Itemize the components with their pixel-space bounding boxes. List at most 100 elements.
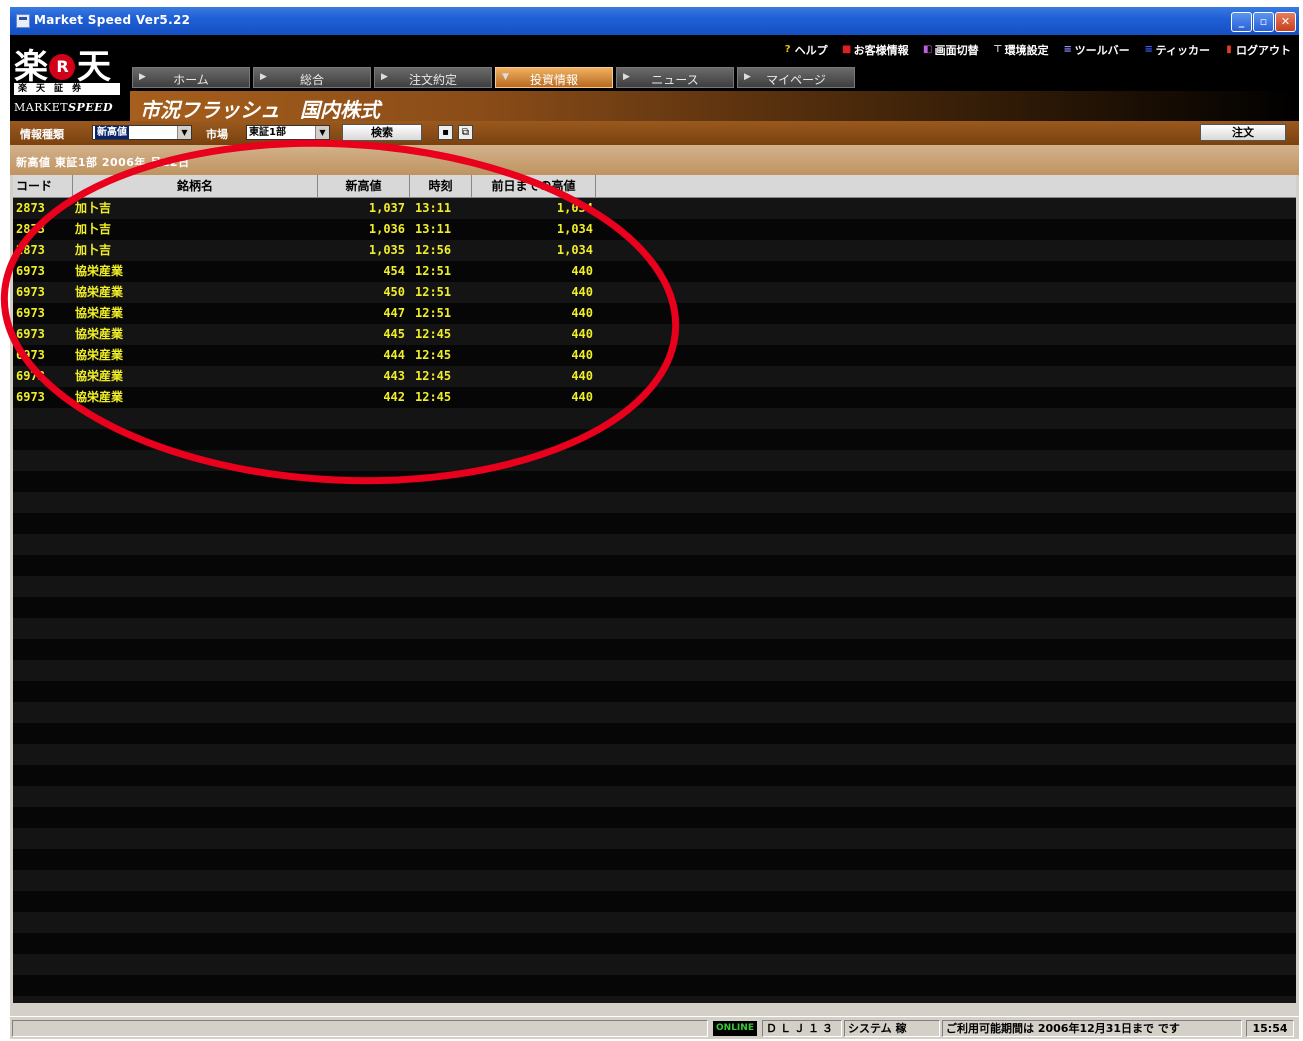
- empty-row: [13, 849, 1296, 870]
- cell-name: 加卜吉: [75, 243, 112, 257]
- table-body: 2873 加卜吉 1,037 13:11 1,034 2873 加卜吉 1,036 13:11 1…: [13, 198, 1296, 1003]
- new-highs-table: コード 銘柄名 新高値 時刻 前日までの高値 2873 加卜吉 1,037 13:11…: [13, 175, 1296, 1003]
- cell-high: 444: [383, 348, 405, 362]
- empty-row: [13, 576, 1296, 597]
- cell-high: 454: [383, 264, 405, 278]
- toplink-help[interactable]: ? ヘルプ: [783, 42, 828, 58]
- search-button[interactable]: 検索: [342, 124, 422, 141]
- empty-row: [13, 639, 1296, 660]
- empty-row: [13, 471, 1296, 492]
- info-type-label: 情報種類: [20, 128, 64, 141]
- ticker-icon: ≡: [1144, 44, 1153, 55]
- customer-info-icon: ■: [841, 44, 852, 55]
- cell-name: 協栄産業: [75, 327, 124, 341]
- toplink-screen-switch[interactable]: ◧ 画面切替: [923, 42, 979, 58]
- close-button[interactable]: ✕: [1275, 12, 1296, 32]
- table-row[interactable]: 6973 協栄産業 444 12:45 440: [13, 345, 1296, 366]
- app-header: 楽R天 楽天証券 MARKETSPEED ? ヘルプ ■ お客様情報 ◧ 画面切替 ⊤ 環境設…: [10, 35, 1299, 122]
- system-status: システム 稼: [844, 1020, 940, 1037]
- status-panel-main: [12, 1020, 708, 1037]
- cell-name: 協栄産業: [75, 369, 124, 383]
- table-row[interactable]: 2873 加卜吉 1,036 13:11 1,034: [13, 219, 1296, 240]
- column-header-name[interactable]: 銘柄名: [73, 175, 318, 197]
- cell-code: 2873: [16, 243, 45, 257]
- tab-label: ホーム: [173, 73, 209, 87]
- cell-high: 443: [383, 369, 405, 383]
- info-type-select[interactable]: 新高値 ▼: [92, 125, 192, 140]
- tab-6[interactable]: ▶ マイページ: [737, 67, 855, 88]
- marketspeed-label: MARKETSPEED: [14, 101, 114, 114]
- tab-1[interactable]: ▶ ホーム: [132, 67, 250, 88]
- toplink-label: 画面切替: [934, 44, 979, 57]
- top-links: ? ヘルプ ■ お客様情報 ◧ 画面切替 ⊤ 環境設定 ≡ ツールバー ≡ ティッカー ▮ ログアウト: [783, 42, 1291, 58]
- usage-period-notice: ご利用可能期間は 2006年12月31日まで です: [942, 1020, 1242, 1037]
- toplink-toolbar[interactable]: ≡ ツールバー: [1063, 42, 1129, 58]
- order-button[interactable]: 注文: [1200, 124, 1286, 141]
- empty-row: [13, 828, 1296, 849]
- cell-time: 12:45: [415, 327, 452, 341]
- toplink-logout[interactable]: ▮ ログアウト: [1224, 42, 1291, 58]
- empty-row: [13, 954, 1296, 975]
- cell-name: 加卜吉: [75, 201, 112, 215]
- table-row[interactable]: 6973 協栄産業 443 12:45 440: [13, 366, 1296, 387]
- logout-icon: ▮: [1226, 44, 1232, 55]
- rakuten-logo-mark: 楽R天: [14, 47, 111, 87]
- cell-time: 12:51: [415, 264, 452, 278]
- tab-3[interactable]: ▶ 注文約定: [374, 67, 492, 88]
- cell-high: 1,036: [368, 222, 405, 236]
- table-row[interactable]: 6973 協栄産業 445 12:45 440: [13, 324, 1296, 345]
- column-header-prev-high[interactable]: 前日までの高値: [472, 175, 596, 197]
- toplink-label: お客様情報: [853, 44, 909, 57]
- column-header-code[interactable]: コード: [13, 175, 73, 197]
- table-row[interactable]: 2873 加卜吉 1,037 13:11 1,034: [13, 198, 1296, 219]
- cell-prev: 440: [571, 348, 593, 362]
- help-icon: ?: [784, 44, 791, 55]
- cell-code: 6973: [16, 327, 45, 341]
- table-row[interactable]: 6973 協栄産業 442 12:45 440: [13, 387, 1296, 408]
- cell-name: 協栄産業: [75, 390, 124, 404]
- empty-row: [13, 513, 1296, 534]
- tab-4[interactable]: ▼ 投資情報: [495, 67, 613, 88]
- copy-icon[interactable]: ⧉: [458, 125, 473, 140]
- empty-row: [13, 618, 1296, 639]
- cell-name: 協栄産業: [75, 306, 124, 320]
- tab-5[interactable]: ▶ ニュース: [616, 67, 734, 88]
- cell-prev: 1,034: [556, 243, 593, 257]
- cell-name: 協栄産業: [75, 348, 124, 362]
- save-icon[interactable]: ▪: [438, 125, 453, 140]
- market-select[interactable]: 東証1部 ▼: [246, 125, 330, 140]
- app-icon: [16, 14, 30, 28]
- table-row[interactable]: 6973 協栄産業 450 12:51 440: [13, 282, 1296, 303]
- rakuten-logo[interactable]: 楽R天 楽天証券 MARKETSPEED: [14, 39, 126, 119]
- cell-name: 協栄産業: [75, 264, 124, 278]
- cell-high: 442: [383, 390, 405, 404]
- cell-time: 12:45: [415, 369, 452, 383]
- tab-label: 注文約定: [408, 73, 457, 87]
- toplink-customer-info[interactable]: ■ お客様情報: [842, 42, 909, 58]
- window-title: Market Speed Ver5.22: [34, 13, 191, 27]
- maximize-button[interactable]: ▫: [1253, 12, 1274, 32]
- cell-prev: 440: [571, 390, 593, 404]
- online-indicator: ONLINE: [713, 1021, 757, 1036]
- column-header-new-high[interactable]: 新高値: [318, 175, 410, 197]
- empty-row: [13, 870, 1296, 891]
- empty-row: [13, 702, 1296, 723]
- table-header: コード 銘柄名 新高値 時刻 前日までの高値: [13, 175, 1296, 198]
- table-row[interactable]: 6973 協栄産業 454 12:51 440: [13, 261, 1296, 282]
- minimize-button[interactable]: _: [1231, 12, 1252, 32]
- filter-toolbar: 情報種類 新高値 ▼ 市場 東証1部 ▼ 検索 ▪ ⧉ 注文: [10, 121, 1299, 145]
- cell-time: 12:56: [415, 243, 452, 257]
- toolbar-icon: ≡: [1063, 44, 1072, 55]
- toplink-settings[interactable]: ⊤ 環境設定: [993, 42, 1049, 58]
- table-row[interactable]: 2873 加卜吉 1,035 12:56 1,034: [13, 240, 1296, 261]
- account-id: ＤＬＪ１３: [762, 1020, 842, 1037]
- table-row[interactable]: 6973 協栄産業 447 12:51 440: [13, 303, 1296, 324]
- empty-row: [13, 912, 1296, 933]
- empty-row: [13, 450, 1296, 471]
- cell-time: 12:45: [415, 348, 452, 362]
- cell-code: 2873: [16, 222, 45, 236]
- tab-2[interactable]: ▶ 総合: [253, 67, 371, 88]
- column-header-time[interactable]: 時刻: [410, 175, 472, 197]
- toplink-ticker[interactable]: ≡ ティッカー: [1144, 42, 1210, 58]
- cell-high: 1,035: [368, 243, 405, 257]
